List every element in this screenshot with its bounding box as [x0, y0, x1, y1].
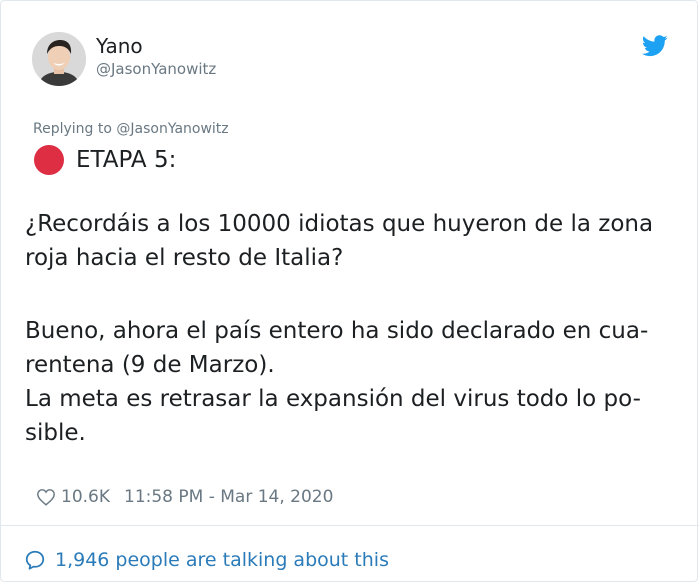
tweet-heading-row: ETAPA 5: — [34, 145, 176, 175]
like-count[interactable]: 10.6K — [61, 487, 110, 507]
tweet-line: sible. — [25, 420, 86, 446]
author-name[interactable]: Yano — [96, 34, 143, 58]
heart-icon[interactable] — [36, 488, 56, 506]
talking-about-link[interactable]: 1,946 people are talking about this — [24, 547, 389, 573]
tweet-line: La meta es retrasar la expansión del vir… — [25, 386, 641, 412]
tweet-card: Yano @JasonYanowitz Replying to @JasonYa… — [0, 0, 699, 582]
tweet-meta: 10.6K 11:58 PM - Mar 14, 2020 — [36, 485, 333, 509]
tweet-paragraph-1: ¿Recordáis a los 10000 idiotas que huyer… — [25, 207, 695, 275]
red-circle-emoji-icon — [34, 145, 64, 175]
speech-bubble-icon — [25, 550, 45, 570]
avatar-photo — [32, 32, 86, 86]
tweet-heading: ETAPA 5: — [76, 147, 177, 173]
tweet-line: roja hacia el resto de Italia? — [25, 245, 344, 271]
reply-context-link[interactable]: Replying to @JasonYanowitz — [33, 121, 229, 137]
divider — [1, 525, 699, 526]
author-handle[interactable]: @JasonYanowitz — [96, 60, 216, 78]
avatar[interactable] — [32, 32, 86, 86]
reply-context: Replying to @JasonYanowitz — [33, 121, 229, 137]
tweet-line: rentena (9 de Marzo). — [25, 352, 275, 378]
talking-about-text[interactable]: 1,946 people are talking about this — [55, 549, 389, 571]
tweet-line: ¿Recordáis a los 10000 idiotas que huyer… — [25, 211, 654, 237]
tweet-timestamp[interactable]: 11:58 PM - Mar 14, 2020 — [124, 487, 333, 507]
tweet-line: Bueno, ahora el país entero ha sido decl… — [25, 318, 649, 344]
tweet-paragraph-2: Bueno, ahora el país entero ha sido decl… — [25, 314, 695, 450]
twitter-bird-icon[interactable] — [642, 35, 668, 57]
